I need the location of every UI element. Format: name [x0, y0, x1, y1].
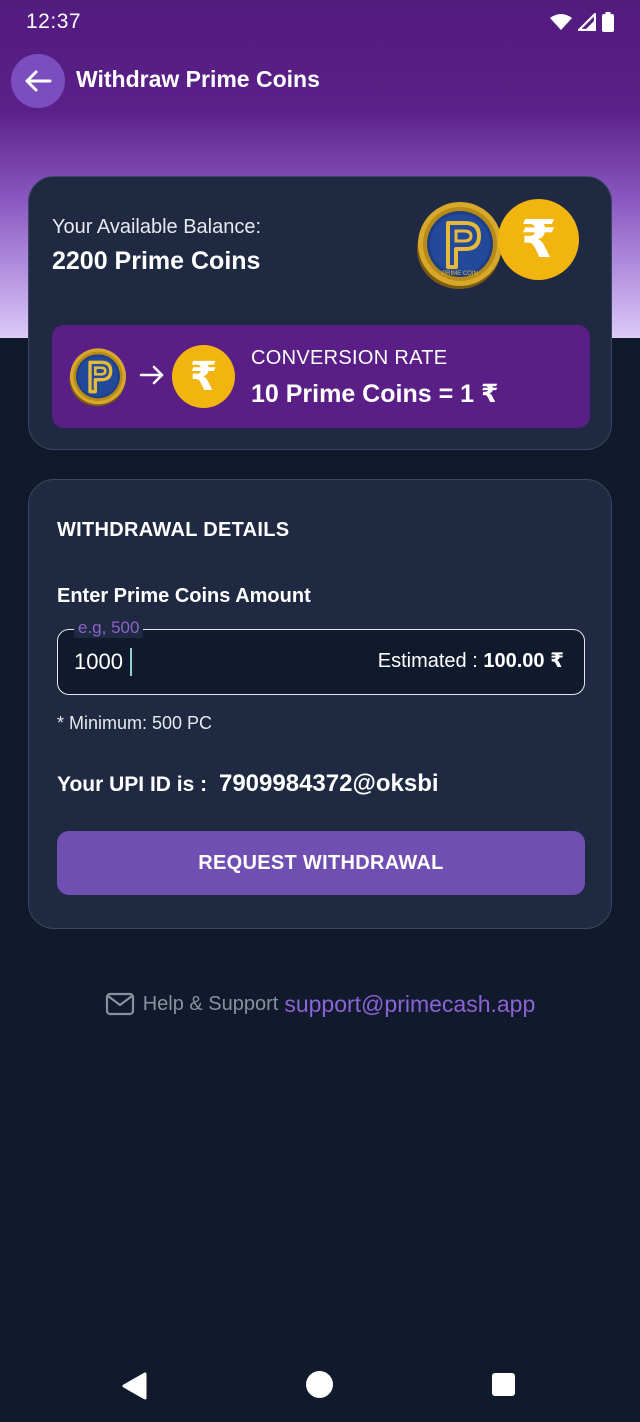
rupee-symbol: ₹ — [520, 210, 557, 269]
estimated-amount: Estimated : 100.00 ₹ — [378, 648, 564, 673]
nav-home-icon[interactable] — [306, 1371, 333, 1398]
status-icons — [550, 12, 614, 32]
support-email-link[interactable]: support@primecash.app — [284, 991, 535, 1018]
nav-recents-icon[interactable] — [492, 1373, 515, 1396]
rupee-coin-small-icon: ₹ — [172, 345, 235, 408]
back-button[interactable] — [11, 54, 65, 108]
upi-value: 7909984372@oksbi — [218, 770, 439, 797]
balance-card: Your Available Balance: 2200 Prime Coins… — [28, 176, 612, 450]
support-row: Help & Support support@primecash.app — [0, 986, 640, 1022]
upi-label: Your UPI ID is : — [57, 773, 208, 796]
text-cursor — [130, 648, 132, 676]
amount-label: Enter Prime Coins Amount — [57, 585, 311, 607]
conversion-rate-title: CONVERSION RATE — [251, 347, 448, 369]
system-nav-bar — [0, 1350, 640, 1422]
app-bar: Withdraw Prime Coins — [0, 54, 640, 110]
signal-icon — [578, 13, 596, 31]
status-time: 12:37 — [26, 10, 82, 33]
conversion-rate-box: ₹ CONVERSION RATE 10 Prime Coins = 1 ₹ — [52, 325, 590, 428]
withdrawal-details-card: WITHDRAWAL DETAILS Enter Prime Coins Amo… — [28, 479, 612, 929]
prime-coin-icon: PRIME COIN — [417, 202, 502, 289]
support-label: Help & Support — [142, 992, 279, 1015]
amount-field[interactable]: e.g, 500 Estimated : 100.00 ₹ — [57, 618, 585, 695]
status-bar: 12:37 — [0, 0, 640, 44]
conversion-rate-value: 10 Prime Coins = 1 ₹ — [251, 380, 499, 408]
mail-icon — [105, 992, 134, 1016]
minimum-note: * Minimum: 500 PC — [57, 713, 213, 733]
rupee-symbol-small: ₹ — [189, 354, 218, 399]
arrow-right-icon — [139, 365, 164, 385]
battery-icon — [602, 12, 614, 32]
coin-logo-text: PRIME COIN — [442, 271, 478, 277]
prime-coin-small-icon — [69, 348, 126, 407]
balance-value: 2200 Prime Coins — [52, 247, 261, 275]
rupee-coin-icon: ₹ — [498, 199, 579, 280]
arrow-left-icon — [25, 70, 52, 92]
amount-placeholder-label: e.g, 500 — [74, 618, 144, 638]
nav-back-icon[interactable] — [121, 1372, 147, 1400]
page-title: Withdraw Prime Coins — [76, 66, 320, 92]
estimate-value: 100.00 ₹ — [483, 650, 564, 672]
request-withdrawal-button[interactable]: REQUEST WITHDRAWAL — [57, 831, 585, 895]
amount-input[interactable] — [74, 646, 274, 678]
balance-label: Your Available Balance: — [52, 216, 262, 238]
section-title: WITHDRAWAL DETAILS — [57, 519, 290, 541]
upi-row: Your UPI ID is : 7909984372@oksbi — [57, 770, 439, 798]
wifi-icon — [550, 14, 572, 30]
estimate-label: Estimated : — [377, 650, 484, 672]
